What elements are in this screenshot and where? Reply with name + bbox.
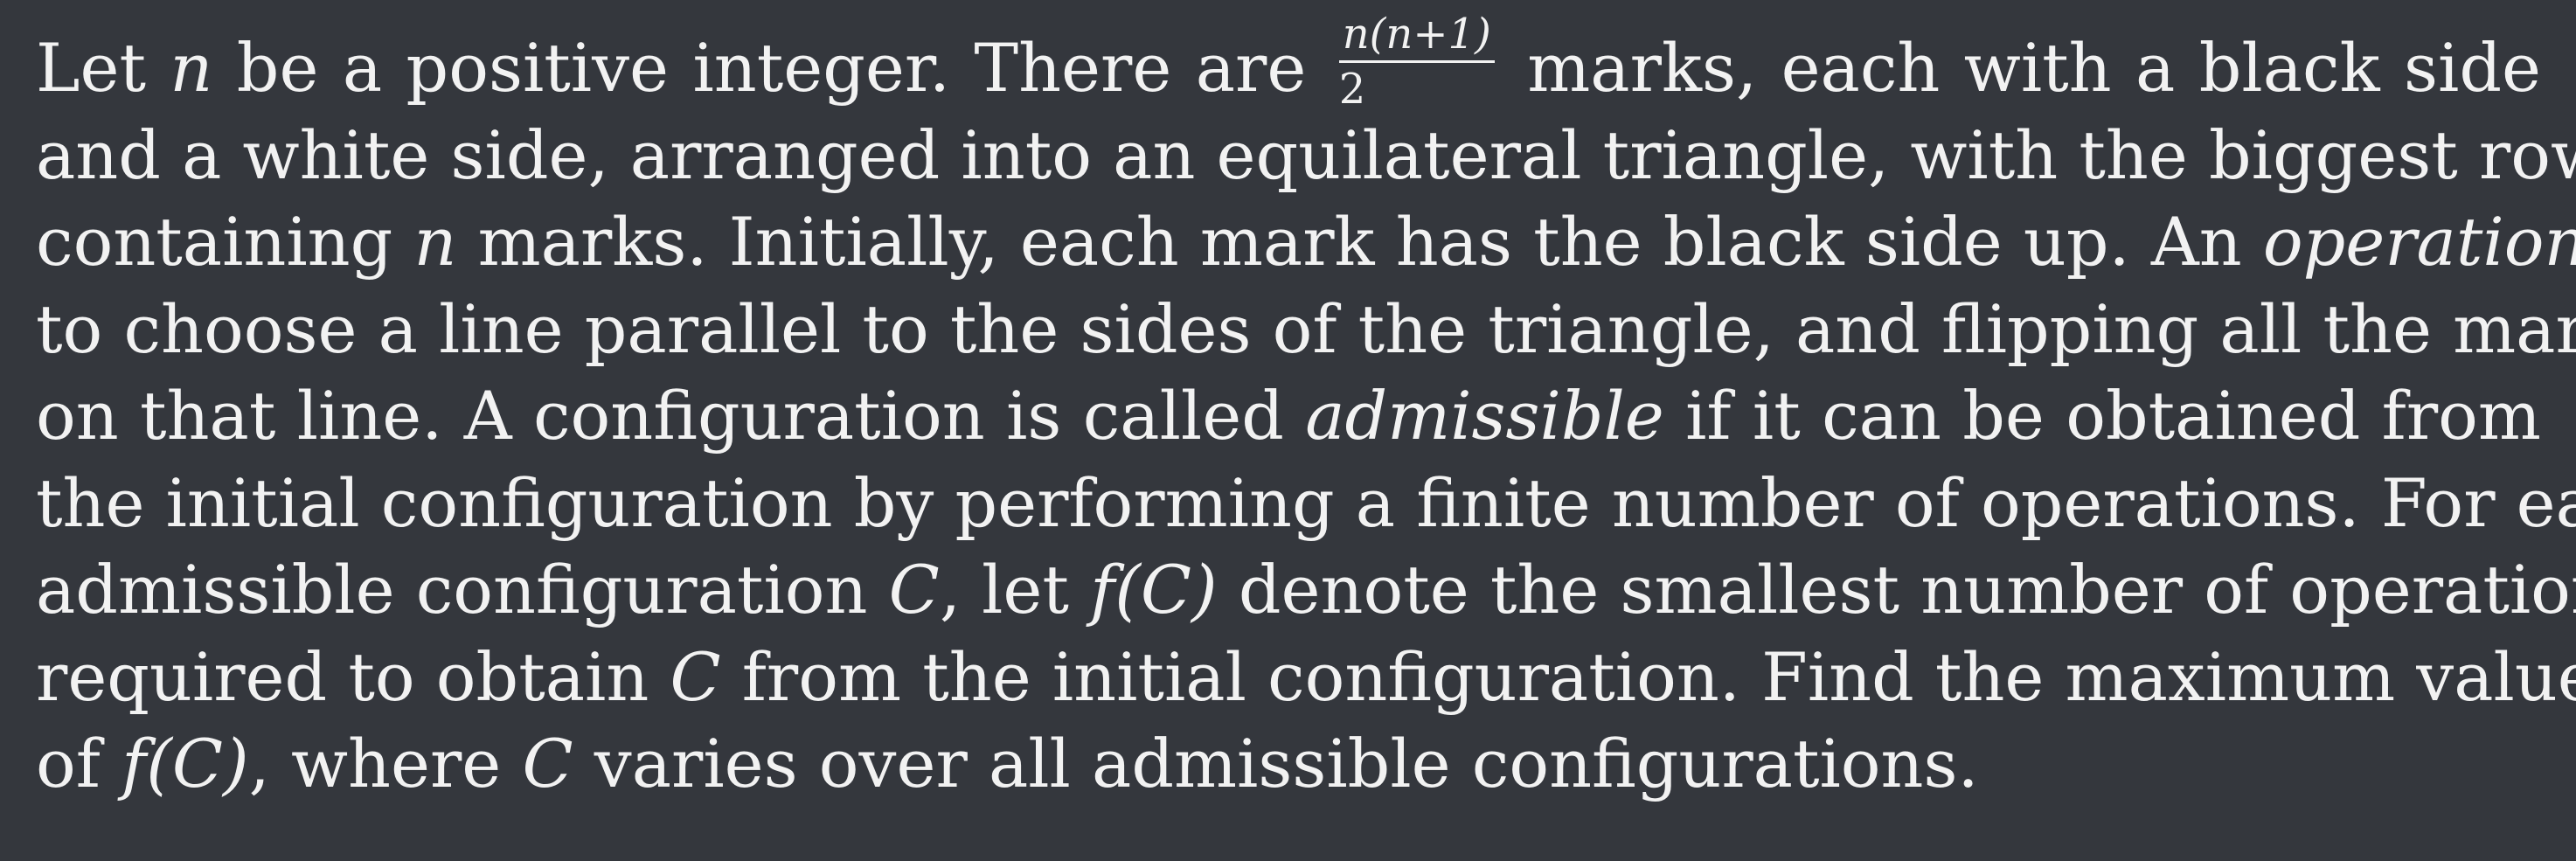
text: of <box>36 725 101 802</box>
text: , let <box>939 551 1069 628</box>
text: be a positive integer. There are <box>236 29 1307 107</box>
fraction-denominator: 2 <box>1338 64 1366 114</box>
math-n: n <box>413 203 457 281</box>
math-C: C <box>888 551 940 628</box>
math-n: n <box>170 29 213 107</box>
math-fC: f(C) <box>122 725 249 802</box>
problem-statement: Let n be a positive integer. There are n… <box>36 13 2576 808</box>
math-fC: f(C) <box>1090 551 1218 628</box>
line-8: required to obtain C from the initial co… <box>36 634 2576 721</box>
line-4: to choose a line parallel to the sides o… <box>36 289 2576 368</box>
text: on that line. A configuration is called <box>36 377 1284 455</box>
text: marks. Initially, each mark has the blac… <box>477 203 2242 281</box>
line-5: on that line. A configuration is called … <box>36 372 2541 460</box>
text: marks, each with a black side <box>1527 29 2541 107</box>
text: required to obtain <box>36 637 649 716</box>
text: , where <box>248 725 502 802</box>
text: Let <box>36 29 146 107</box>
text: from the initial configuration. Find the… <box>741 637 2576 716</box>
emphasis-admissible: admissible <box>1305 377 1664 455</box>
fraction-numerator: n(n+1) <box>1338 13 1495 63</box>
emphasis-operation: operation <box>2262 203 2576 281</box>
text: admissible configuration <box>36 551 868 628</box>
math-C: C <box>522 725 573 802</box>
line-3: containing n marks. Initially, each mark… <box>36 198 2576 286</box>
text: denote the smallest number of operations <box>1238 551 2576 628</box>
line-2: and a white side, arranged into an equil… <box>36 115 2576 194</box>
line-9: of f(C), where C varies over all admissi… <box>36 720 2541 808</box>
line-7: admissible configuration C, let f(C) den… <box>36 546 2576 634</box>
math-C: C <box>670 637 721 716</box>
text: if it can be obtained from <box>1685 377 2541 455</box>
line-1: Let n be a positive integer. There are n… <box>36 13 2541 112</box>
text: varies over all admissible configuration… <box>594 725 1979 802</box>
fraction: n(n+1) 2 <box>1338 13 1495 114</box>
line-6: the initial configuration by performing … <box>36 463 2576 542</box>
text: containing <box>36 203 393 281</box>
